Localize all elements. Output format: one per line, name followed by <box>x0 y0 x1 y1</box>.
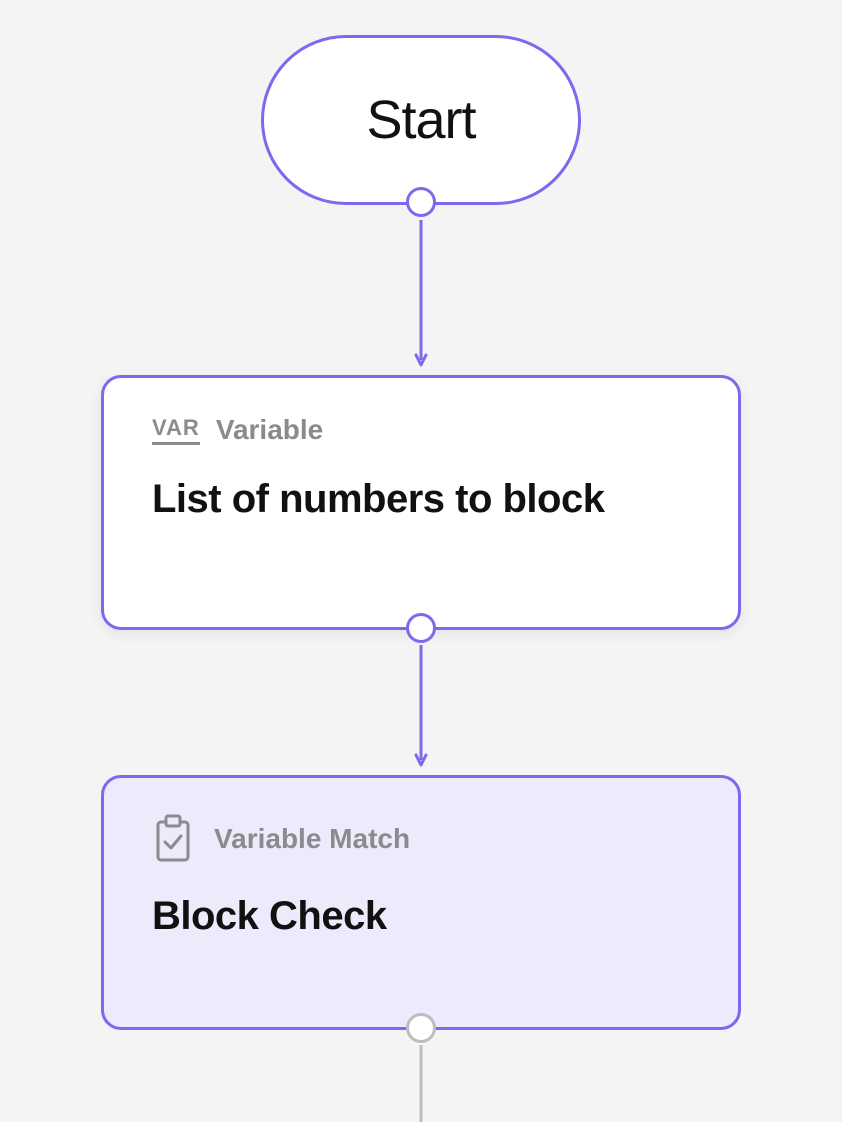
variable-node[interactable]: VAR Variable List of numbers to block <box>101 375 741 630</box>
start-node[interactable]: Start <box>261 35 581 205</box>
variable-output-port[interactable] <box>406 613 436 643</box>
start-label: Start <box>366 89 475 151</box>
variable-type-label: Variable <box>216 414 323 446</box>
start-output-port[interactable] <box>406 187 436 217</box>
match-title: Block Check <box>152 894 690 939</box>
flow-canvas[interactable]: Start VAR Variable List of numbers to bl… <box>0 0 842 1122</box>
var-badge-icon: VAR <box>152 415 200 445</box>
variable-title: List of numbers to block <box>152 474 690 524</box>
match-output-port[interactable] <box>406 1013 436 1043</box>
variable-node-header: VAR Variable <box>152 414 690 446</box>
clipboard-check-icon <box>152 814 194 864</box>
variable-match-node[interactable]: Variable Match Block Check <box>101 775 741 1030</box>
match-type-label: Variable Match <box>214 823 410 855</box>
match-node-header: Variable Match <box>152 814 690 864</box>
